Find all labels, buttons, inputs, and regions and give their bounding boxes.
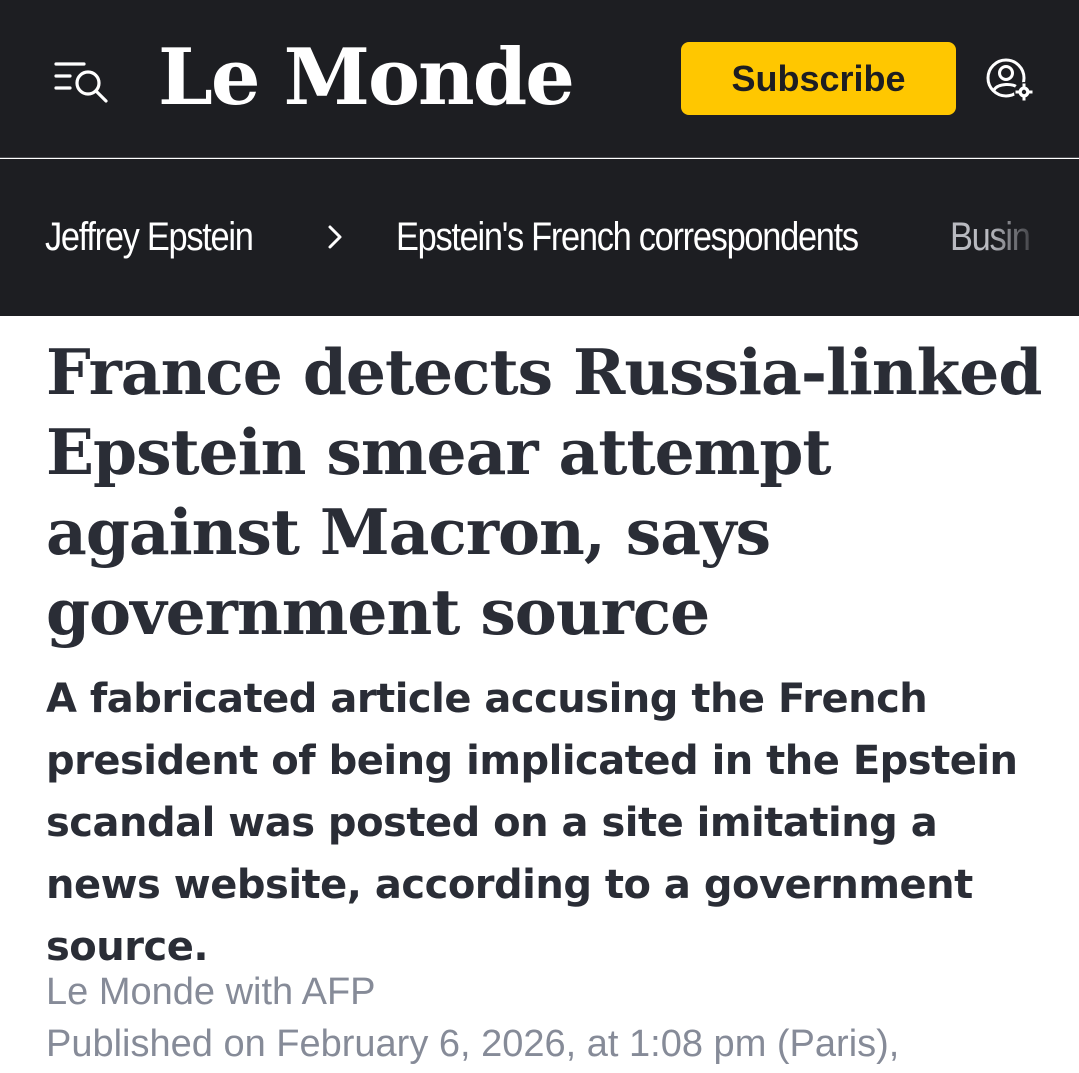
article-summary: A fabricated article accusing the French…: [46, 676, 1018, 970]
publication-date: Published on February 6, 2026, at 1:08 p…: [46, 1023, 900, 1065]
subscribe-button[interactable]: Subscribe: [681, 42, 956, 115]
menu-search-icon: [54, 62, 108, 103]
scroll-fade: [990, 159, 1079, 316]
top-bar: Le Monde Subscribe: [0, 0, 1079, 158]
breadcrumb-epsteins-french-correspondents[interactable]: Epstein's French correspondents: [396, 213, 859, 261]
breadcrumb-jeffrey-epstein[interactable]: Jeffrey Epstein: [45, 213, 254, 261]
le-monde-logo[interactable]: Le Monde: [158, 30, 575, 126]
article-byline: Le Monde with AFP: [46, 971, 376, 1013]
article-headline: France detects Russia-linked Epstein sme…: [46, 335, 1042, 649]
account-settings-icon: [986, 58, 1034, 102]
account-button[interactable]: [984, 56, 1038, 106]
chevron-right-icon: [328, 225, 342, 249]
breadcrumb: Jeffrey Epstein Epstein's French corresp…: [0, 159, 1079, 316]
menu-search-button[interactable]: [50, 58, 114, 106]
